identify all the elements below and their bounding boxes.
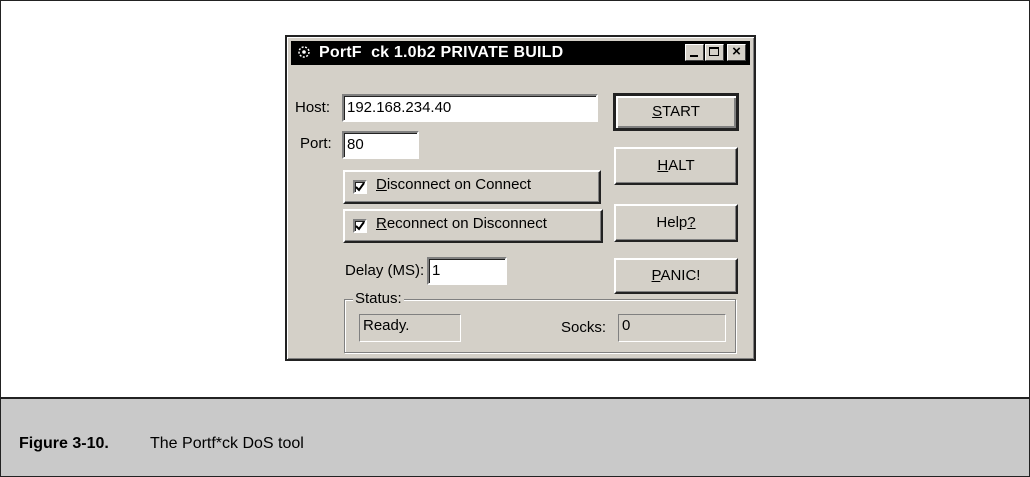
maximize-icon	[709, 47, 719, 56]
reconnect-on-disconnect-checkbox[interactable]: Reconnect on Disconnect	[343, 209, 603, 243]
window-title: PortF ck 1.0b2 PRIVATE BUILD	[319, 44, 564, 61]
help-button[interactable]: Help?	[614, 204, 738, 242]
start-button[interactable]: START	[613, 93, 739, 131]
screenshot-area: PortF ck 1.0b2 PRIVATE BUILD × Host: 192…	[1, 1, 1029, 397]
minimize-button[interactable]	[685, 44, 704, 61]
panic-button[interactable]: PANIC!	[614, 258, 738, 294]
title-bar[interactable]: PortF ck 1.0b2 PRIVATE BUILD ×	[291, 41, 750, 65]
portfuck-window: PortF ck 1.0b2 PRIVATE BUILD × Host: 192…	[285, 35, 756, 361]
reconnect-on-disconnect-label: Reconnect on Disconnect	[376, 215, 547, 232]
delay-input[interactable]: 1	[427, 257, 507, 285]
host-input[interactable]: 192.168.234.40	[342, 94, 598, 122]
maximize-button[interactable]	[705, 44, 724, 61]
disconnect-on-connect-label: Disconnect on Connect	[376, 176, 532, 193]
host-label: Host:	[295, 99, 331, 116]
figure-frame: PortF ck 1.0b2 PRIVATE BUILD × Host: 192…	[0, 0, 1030, 477]
checkbox-tick-icon	[353, 219, 367, 233]
socks-field: 0	[618, 314, 726, 342]
close-button[interactable]: ×	[727, 43, 746, 61]
delay-label: Delay (MS):	[345, 262, 425, 279]
disconnect-on-connect-checkbox[interactable]: Disconnect on Connect	[343, 170, 601, 204]
status-field: Ready.	[359, 314, 461, 342]
close-icon: ×	[732, 43, 741, 60]
checkbox-tick-icon	[353, 180, 367, 194]
figure-number: Figure 3-10.	[19, 435, 109, 452]
figure-caption-bar: Figure 3-10. The Portf*ck DoS tool	[1, 397, 1029, 476]
minimize-icon	[690, 55, 698, 57]
port-label: Port:	[300, 135, 332, 152]
port-input[interactable]: 80	[342, 131, 419, 159]
halt-button[interactable]: HALT	[614, 147, 738, 185]
status-group-label: Status:	[353, 290, 404, 307]
app-icon	[295, 43, 313, 61]
status-group: Status: Ready. Socks: 0	[344, 290, 736, 353]
figure-caption: The Portf*ck DoS tool	[150, 435, 304, 452]
socks-label: Socks:	[561, 319, 607, 336]
